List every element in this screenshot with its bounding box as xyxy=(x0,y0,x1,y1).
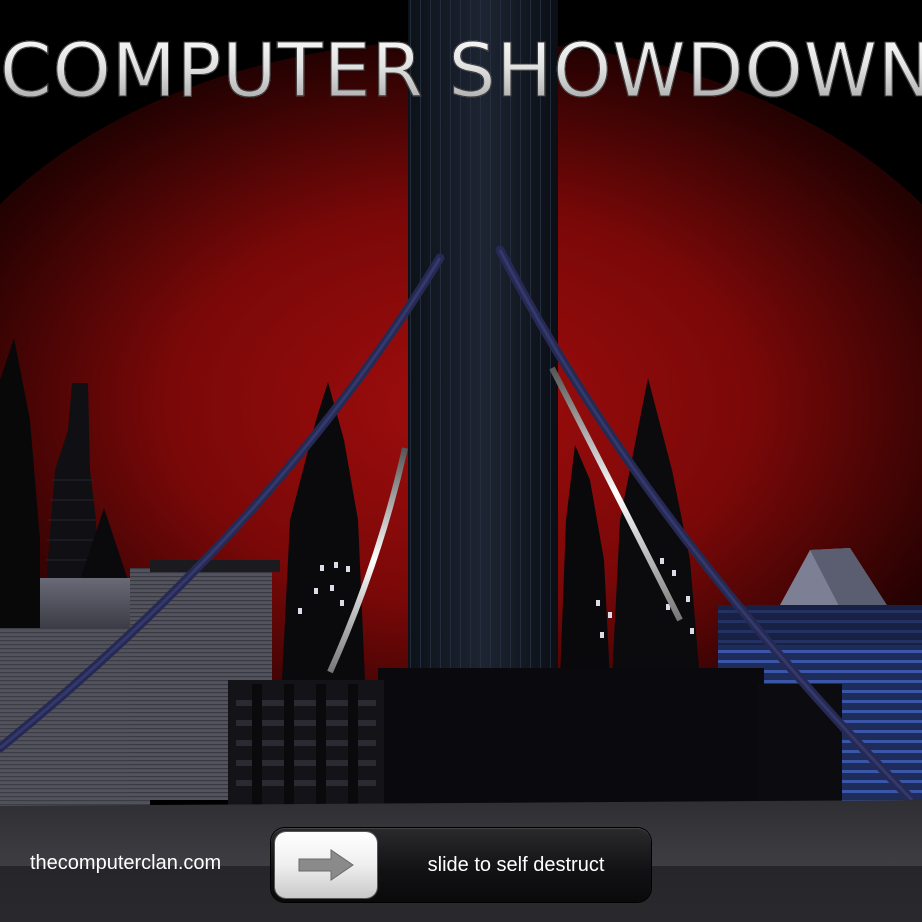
right-base-block xyxy=(758,684,842,806)
slider-knob[interactable] xyxy=(275,832,377,898)
game-title: COMPUTER SHOWDOWN xyxy=(0,28,922,115)
arrow-right-icon xyxy=(298,849,354,881)
slider-label: slide to self destruct xyxy=(427,854,605,876)
website-link[interactable]: thecomputerclan.com xyxy=(30,852,221,875)
self-destruct-slider[interactable]: slide to self destruct xyxy=(271,828,651,902)
center-base-block xyxy=(378,668,764,810)
city-scene xyxy=(0,0,922,922)
